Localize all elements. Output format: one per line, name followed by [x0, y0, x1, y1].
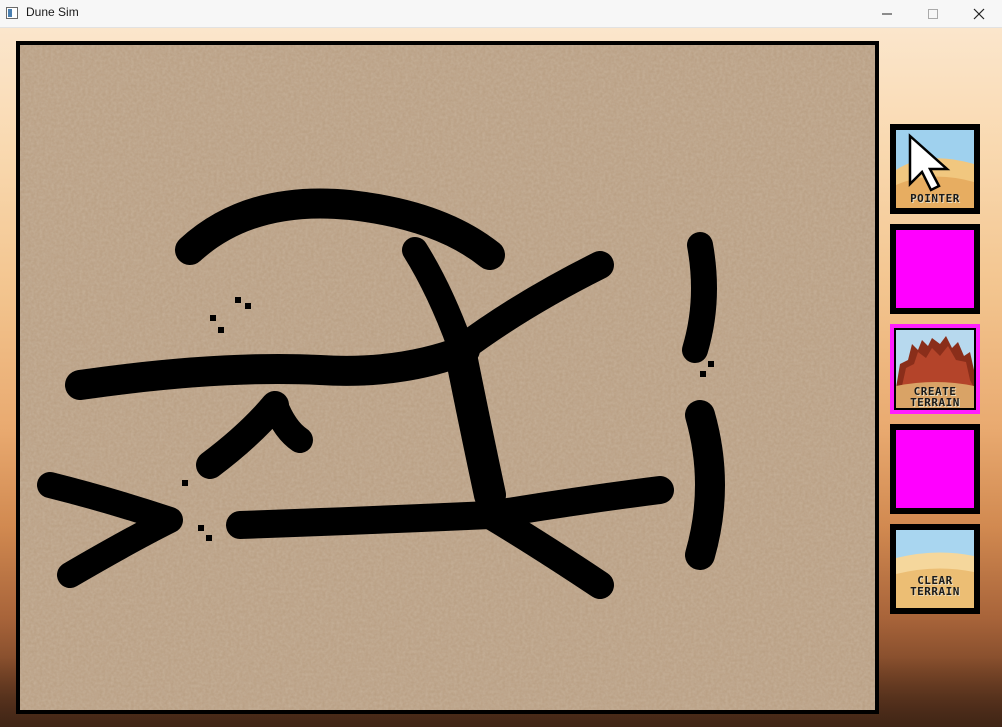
pointer-tool-label: POINTER [910, 192, 960, 205]
close-icon [973, 8, 985, 20]
terrain-speck [218, 327, 224, 333]
create-terrain-tool-button[interactable]: CREATE TERRAIN [890, 324, 980, 414]
pointer-tool-face: POINTER [896, 130, 974, 208]
empty-tool-slot-1[interactable] [890, 224, 980, 314]
terrain-speck [700, 371, 706, 377]
terrain-speck [245, 303, 251, 309]
clear-terrain-tool-button[interactable]: CLEAR TERRAIN [890, 524, 980, 614]
title-bar: Dune Sim [0, 0, 1002, 28]
app-canvas: POINTER CREATE TERRAIN CLEAR TERRAIN [0, 28, 1002, 727]
clear-terrain-label-line2: TERRAIN [910, 585, 960, 598]
terrain-canvas[interactable] [20, 45, 875, 710]
minimize-icon [882, 13, 892, 15]
close-button[interactable] [956, 0, 1002, 27]
maximize-icon [928, 9, 938, 19]
window-title: Dune Sim [26, 5, 79, 19]
create-terrain-tool-face: CREATE TERRAIN [896, 330, 974, 408]
window-app-icon [6, 7, 18, 19]
minimize-button[interactable] [864, 0, 910, 27]
empty-tool-face-1 [896, 230, 974, 308]
terrain-speck [235, 297, 241, 303]
pointer-tool-button[interactable]: POINTER [890, 124, 980, 214]
maximize-button[interactable] [910, 0, 956, 27]
terrain-speck [206, 535, 212, 541]
terrain-right-blob-bottom [685, 400, 725, 570]
terrain-map[interactable] [16, 41, 879, 714]
terrain-speck [182, 480, 188, 486]
terrain-speck [198, 525, 204, 531]
terrain-speck [708, 361, 714, 367]
clear-terrain-tool-face: CLEAR TERRAIN [896, 530, 974, 608]
terrain-right-blob-top [682, 232, 717, 363]
empty-tool-slot-2[interactable] [890, 424, 980, 514]
create-terrain-label-line2: TERRAIN [910, 396, 960, 408]
terrain-speck [210, 315, 216, 321]
empty-tool-face-2 [896, 430, 974, 508]
